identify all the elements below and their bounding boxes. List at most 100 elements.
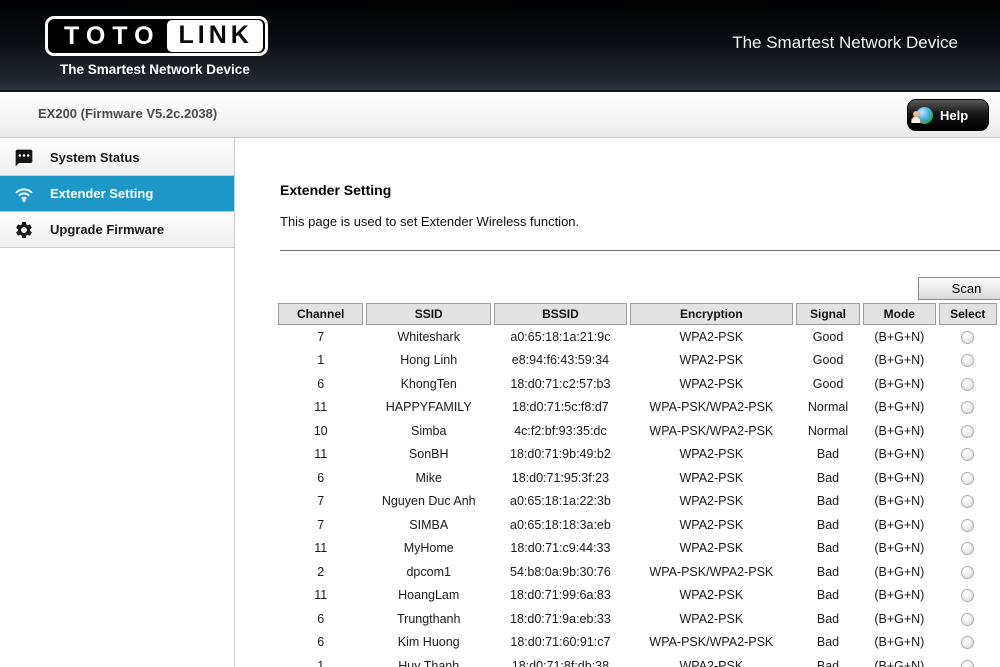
toolbar: EX200 (Firmware V5.2c.2038) Help bbox=[0, 92, 1000, 138]
select-radio[interactable] bbox=[961, 542, 974, 555]
select-radio[interactable] bbox=[961, 354, 974, 367]
sidebar-item-upgrade-firmware[interactable]: Upgrade Firmware bbox=[0, 212, 234, 248]
person-icon bbox=[911, 116, 921, 123]
table-row: 11 MyHome 18:d0:71:c9:44:33 WPA2-PSK Bad… bbox=[278, 537, 997, 561]
divider bbox=[280, 250, 1000, 251]
cell-select bbox=[939, 396, 998, 420]
cell-encryption: WPA2-PSK bbox=[630, 584, 793, 608]
scan-button-row: Scan bbox=[280, 277, 1000, 301]
scan-button[interactable]: Scan bbox=[918, 277, 1000, 300]
logo-tagline: The Smartest Network Device bbox=[60, 62, 268, 77]
cell-channel: 11 bbox=[278, 443, 363, 467]
header-tagline: The Smartest Network Device bbox=[732, 33, 958, 53]
cell-mode: (B+G+N) bbox=[863, 490, 935, 514]
cell-mode: (B+G+N) bbox=[863, 349, 935, 373]
cell-bssid: 54:b8:0a:9b:30:76 bbox=[494, 560, 627, 584]
select-radio[interactable] bbox=[961, 566, 974, 579]
totolink-logo: TOTO LINK The Smartest Network Device bbox=[45, 16, 268, 77]
cell-signal: Good bbox=[796, 372, 860, 396]
cell-mode: (B+G+N) bbox=[863, 419, 935, 443]
select-radio[interactable] bbox=[961, 331, 974, 344]
cell-bssid: a0:65:18:1a:22:3b bbox=[494, 490, 627, 514]
cell-channel: 6 bbox=[278, 631, 363, 655]
cell-ssid: Kim Huong bbox=[366, 631, 491, 655]
cell-mode: (B+G+N) bbox=[863, 466, 935, 490]
cell-mode: (B+G+N) bbox=[863, 513, 935, 537]
col-header-ssid: SSID bbox=[366, 303, 491, 325]
cell-select bbox=[939, 654, 998, 667]
logo-text-toto: TOTO bbox=[50, 22, 167, 51]
sidebar-item-label: Extender Setting bbox=[50, 186, 153, 201]
select-radio[interactable] bbox=[961, 660, 974, 667]
cell-encryption: WPA2-PSK bbox=[630, 513, 793, 537]
select-radio[interactable] bbox=[961, 401, 974, 414]
cell-ssid: Whiteshark bbox=[366, 325, 491, 349]
select-radio[interactable] bbox=[961, 448, 974, 461]
chat-icon bbox=[14, 148, 34, 168]
select-radio[interactable] bbox=[961, 636, 974, 649]
cell-signal: Bad bbox=[796, 584, 860, 608]
cell-encryption: WPA-PSK/WPA2-PSK bbox=[630, 631, 793, 655]
cell-ssid: Simba bbox=[366, 419, 491, 443]
cell-signal: Bad bbox=[796, 443, 860, 467]
wifi-icon bbox=[14, 184, 34, 204]
cell-bssid: 4c:f2:bf:93:35:dc bbox=[494, 419, 627, 443]
cell-bssid: 18:d0:71:5c:f8:d7 bbox=[494, 396, 627, 420]
cell-mode: (B+G+N) bbox=[863, 560, 935, 584]
select-radio[interactable] bbox=[961, 519, 974, 532]
cell-mode: (B+G+N) bbox=[863, 654, 935, 667]
cell-bssid: e8:94:f6:43:59:34 bbox=[494, 349, 627, 373]
cell-bssid: a0:65:18:18:3a:eb bbox=[494, 513, 627, 537]
sidebar-item-extender-setting[interactable]: Extender Setting bbox=[0, 176, 234, 212]
cell-bssid: 18:d0:71:c9:44:33 bbox=[494, 537, 627, 561]
sidebar-item-label: System Status bbox=[50, 150, 140, 165]
cell-select bbox=[939, 443, 998, 467]
cell-channel: 10 bbox=[278, 419, 363, 443]
cell-bssid: 18:d0:71:9a:eb:33 bbox=[494, 607, 627, 631]
cell-signal: Normal bbox=[796, 419, 860, 443]
cell-select bbox=[939, 419, 998, 443]
col-header-encryption: Encryption bbox=[630, 303, 793, 325]
cell-ssid: Nguyen Duc Anh bbox=[366, 490, 491, 514]
col-header-channel: Channel bbox=[278, 303, 363, 325]
page-title: Extender Setting bbox=[280, 182, 1000, 198]
table-row: 11 SonBH 18:d0:71:9b:49:b2 WPA2-PSK Bad … bbox=[278, 443, 997, 467]
cell-select bbox=[939, 372, 998, 396]
table-row: 11 HoangLam 18:d0:71:99:6a:83 WPA2-PSK B… bbox=[278, 584, 997, 608]
cell-signal: Bad bbox=[796, 537, 860, 561]
sidebar-item-system-status[interactable]: System Status bbox=[0, 140, 234, 176]
col-header-mode: Mode bbox=[863, 303, 935, 325]
select-radio[interactable] bbox=[961, 495, 974, 508]
select-radio[interactable] bbox=[961, 425, 974, 438]
cell-signal: Bad bbox=[796, 607, 860, 631]
select-radio[interactable] bbox=[961, 613, 974, 626]
cell-select bbox=[939, 537, 998, 561]
help-label: Help bbox=[940, 108, 968, 123]
cell-mode: (B+G+N) bbox=[863, 584, 935, 608]
scan-table-body: 7 Whiteshark a0:65:18:1a:21:9c WPA2-PSK … bbox=[278, 325, 997, 667]
select-radio[interactable] bbox=[961, 589, 974, 602]
cell-bssid: 18:d0:71:99:6a:83 bbox=[494, 584, 627, 608]
sidebar: System Status Extender Setting Upgrade F… bbox=[0, 138, 235, 667]
cell-ssid: SonBH bbox=[366, 443, 491, 467]
cell-encryption: WPA-PSK/WPA2-PSK bbox=[630, 419, 793, 443]
table-row: 6 Trungthanh 18:d0:71:9a:eb:33 WPA2-PSK … bbox=[278, 607, 997, 631]
cell-mode: (B+G+N) bbox=[863, 631, 935, 655]
help-support-icon bbox=[916, 107, 933, 124]
cell-encryption: WPA2-PSK bbox=[630, 443, 793, 467]
cell-ssid: Trungthanh bbox=[366, 607, 491, 631]
cell-encryption: WPA2-PSK bbox=[630, 654, 793, 667]
select-radio[interactable] bbox=[961, 378, 974, 391]
cell-mode: (B+G+N) bbox=[863, 607, 935, 631]
cell-encryption: WPA-PSK/WPA2-PSK bbox=[630, 560, 793, 584]
cell-signal: Bad bbox=[796, 490, 860, 514]
cell-channel: 7 bbox=[278, 513, 363, 537]
cell-ssid: Mike bbox=[366, 466, 491, 490]
cell-channel: 11 bbox=[278, 584, 363, 608]
cell-select bbox=[939, 325, 998, 349]
help-button[interactable]: Help bbox=[907, 99, 989, 131]
cell-ssid: MyHome bbox=[366, 537, 491, 561]
cell-ssid: Huy Thanh bbox=[366, 654, 491, 667]
cell-select bbox=[939, 607, 998, 631]
select-radio[interactable] bbox=[961, 472, 974, 485]
